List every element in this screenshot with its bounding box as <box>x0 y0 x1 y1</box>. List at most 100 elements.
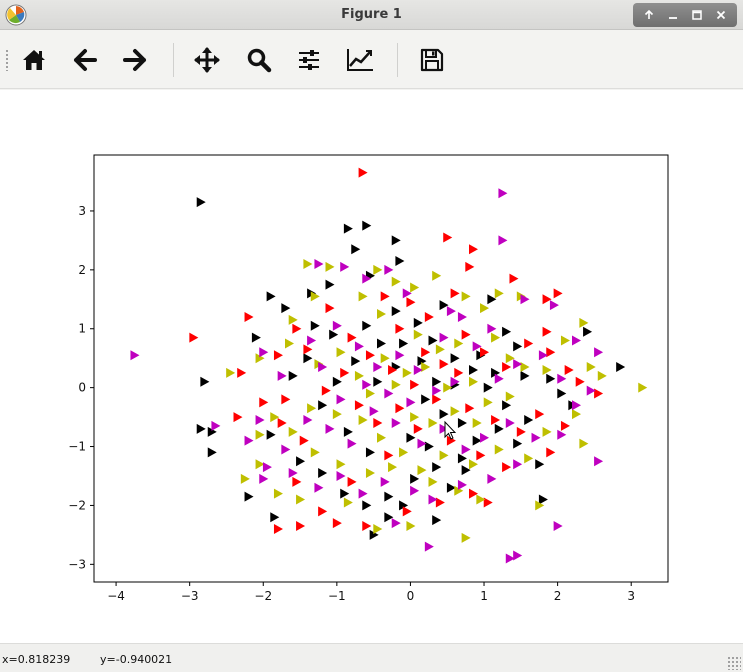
scatter-point <box>428 417 438 428</box>
scatter-point <box>380 353 390 364</box>
forward-button[interactable] <box>119 44 151 76</box>
scatter-point <box>531 432 541 443</box>
scatter-point <box>454 338 464 349</box>
window-controls <box>633 3 737 27</box>
scatter-point <box>273 488 283 499</box>
scatter-point <box>325 261 335 272</box>
scatter-point <box>546 447 556 458</box>
scatter-point <box>597 370 607 381</box>
scatter-point <box>487 473 497 484</box>
scatter-point <box>354 370 364 381</box>
scatter-point <box>362 521 372 532</box>
scatter-point <box>244 435 254 446</box>
scatter-point <box>406 397 416 408</box>
toolbar-grip[interactable] <box>5 49 9 71</box>
scatter-point <box>288 370 298 381</box>
scatter-point <box>461 329 471 340</box>
scatter-point <box>362 500 372 511</box>
scatter-point <box>457 311 467 322</box>
scatter-point <box>273 350 283 361</box>
mouse-cursor <box>444 420 457 440</box>
scatter-point <box>343 426 353 437</box>
scatter-point <box>259 347 269 358</box>
x-tick-label: −1 <box>328 589 346 603</box>
scatter-point <box>465 261 475 272</box>
maximize-icon[interactable] <box>687 5 707 25</box>
scatter-point <box>362 320 372 331</box>
scatter-point <box>373 376 383 387</box>
scatter-point <box>332 320 342 331</box>
minimize-icon[interactable] <box>663 5 683 25</box>
scatter-point <box>281 303 291 314</box>
scatter-point <box>399 338 409 349</box>
up-icon[interactable] <box>639 5 659 25</box>
scatter-point <box>303 415 313 426</box>
x-tick-label: −4 <box>107 589 125 603</box>
scatter-point <box>502 462 512 473</box>
scatter-point <box>586 362 596 373</box>
scatter-point <box>446 306 456 317</box>
scatter-point <box>299 435 309 446</box>
scatter-point <box>524 415 534 426</box>
scatter-point <box>498 188 508 199</box>
scatter-point <box>347 332 357 343</box>
scatter-point <box>468 459 478 470</box>
scatter-point <box>325 423 335 434</box>
scatter-plot[interactable]: −4 −3 −2 −1 0 1 2 3 −3 −2 −1 0 1 2 3 <box>0 90 743 643</box>
scatter-point <box>417 465 427 476</box>
y-tick-label: −2 <box>68 498 86 512</box>
scatter-point <box>373 264 383 275</box>
save-button[interactable] <box>416 44 448 76</box>
scatter-point <box>196 197 206 208</box>
home-button[interactable] <box>18 44 50 76</box>
scatter-point <box>318 468 328 479</box>
scatter-point <box>572 335 582 346</box>
scatter-point <box>288 426 298 437</box>
close-icon[interactable] <box>711 5 731 25</box>
x-tick-label: −2 <box>254 589 272 603</box>
back-button[interactable] <box>69 44 101 76</box>
scatter-point <box>553 288 563 299</box>
scatter-point <box>369 406 379 417</box>
scatter-point <box>388 462 398 473</box>
line-chart-icon <box>347 49 373 71</box>
scatter-point <box>262 462 272 473</box>
scatter-point <box>542 326 552 337</box>
scatter-point <box>450 406 460 417</box>
scatter-point <box>491 332 501 343</box>
scatter-point <box>410 473 420 484</box>
scatter-point <box>237 367 247 378</box>
scatter-point <box>480 347 490 358</box>
scatter-point <box>365 388 375 399</box>
y-tick-label: 2 <box>78 263 86 277</box>
x-tick-label: 2 <box>554 589 562 603</box>
scatter-point <box>461 532 471 543</box>
resize-grip[interactable] <box>727 656 741 670</box>
edit-axes-button[interactable] <box>344 44 376 76</box>
scatter-point <box>428 335 438 346</box>
scatter-point <box>358 291 368 302</box>
scatter-point <box>307 403 317 414</box>
scatter-point <box>491 415 501 426</box>
x-tick-label: 3 <box>627 589 635 603</box>
zoom-button[interactable] <box>243 44 275 76</box>
scatter-point <box>321 385 331 396</box>
scatter-point <box>457 453 467 464</box>
scatter-point <box>432 385 442 396</box>
figure-canvas[interactable]: −4 −3 −2 −1 0 1 2 3 −3 −2 −1 0 1 2 3 <box>0 90 743 643</box>
subplots-button[interactable] <box>293 44 325 76</box>
scatter-point <box>200 376 210 387</box>
scatter-point <box>435 344 445 355</box>
scatter-point <box>384 491 394 502</box>
scatter-point <box>259 473 269 484</box>
scatter-point <box>564 364 574 375</box>
scatter-point <box>432 270 442 281</box>
pan-button[interactable] <box>191 44 223 76</box>
scatter-point <box>468 244 478 255</box>
scatter-point <box>314 258 324 269</box>
scatter-point <box>373 523 383 534</box>
scatter-point <box>347 476 357 487</box>
scatter-point <box>557 373 567 384</box>
scatter-point <box>292 476 302 487</box>
scatter-point <box>520 294 530 305</box>
